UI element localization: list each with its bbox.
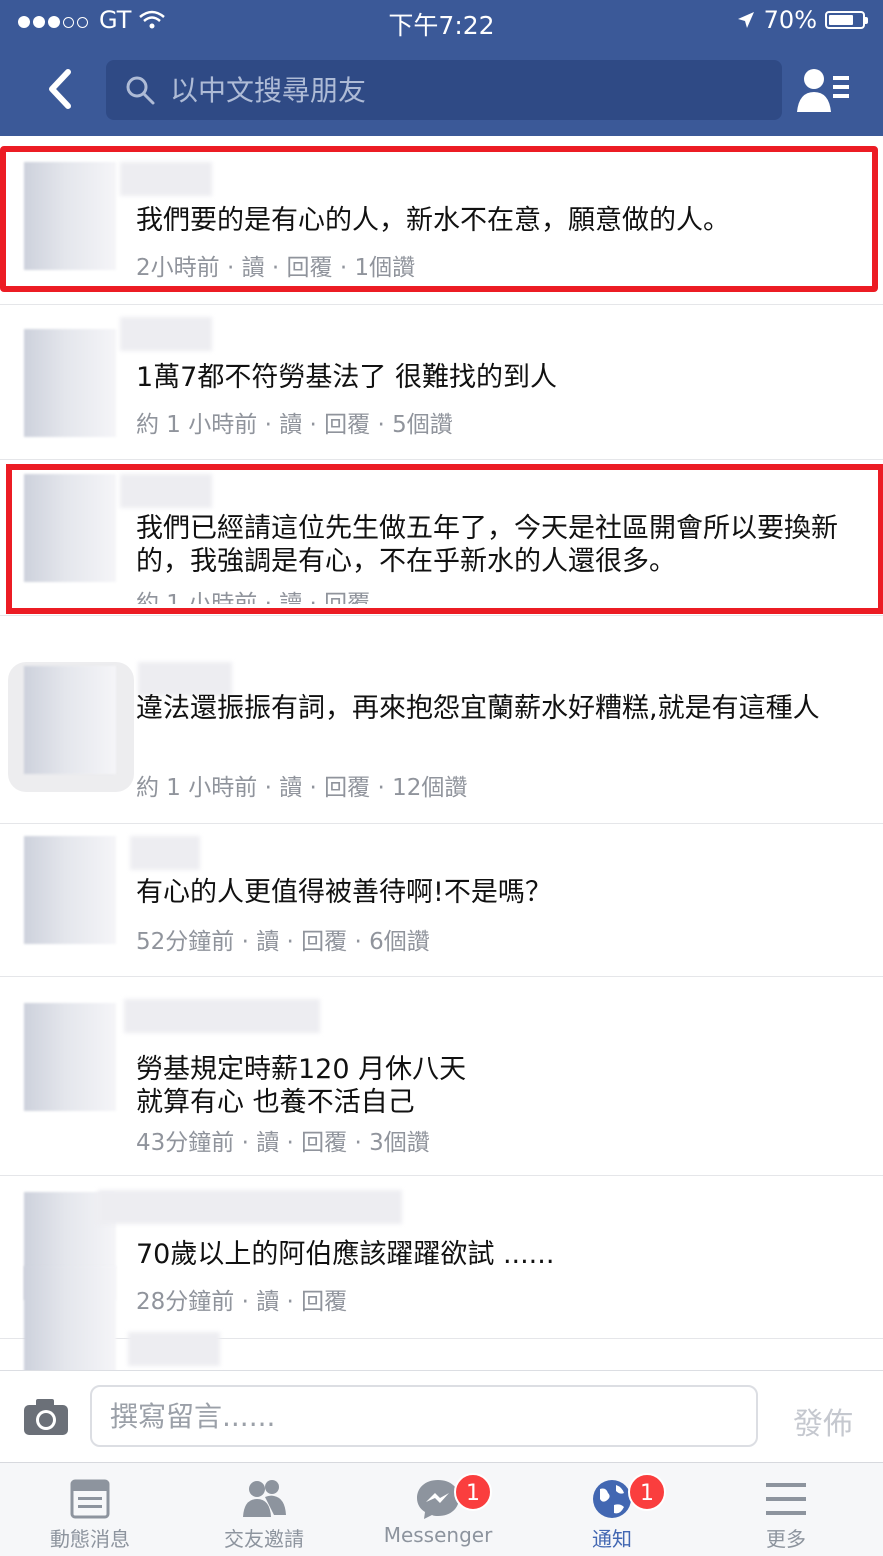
comment-composer: 發佈	[0, 1370, 883, 1463]
avatar[interactable]	[24, 666, 116, 774]
like-link[interactable]: 讀	[279, 412, 302, 438]
tab-bar: 動態消息 交友邀請 1 Messenger 1 通知 更多	[0, 1462, 883, 1556]
comment-item: 有心的人更值得被善待啊!不是嗎？ 52分鐘前 · 讀 · 回覆 · 6個讚	[0, 824, 883, 976]
comment-time: 約 1 小時前	[136, 412, 258, 438]
menu-icon	[766, 1483, 806, 1515]
commenter-name-blurred[interactable]	[128, 1332, 220, 1366]
comment-meta: 52分鐘前 · 讀 · 回覆 · 6個讚	[136, 929, 430, 955]
comment-time: 43分鐘前	[136, 1130, 235, 1156]
battery-icon	[825, 11, 868, 29]
status-bar: GT 下午7:22 70%	[0, 0, 883, 44]
search-bar[interactable]	[106, 60, 782, 120]
like-count[interactable]: 3個讚	[369, 1130, 430, 1156]
comment-text: 我們已經請這位先生做五年了，今天是社區開會所以要換新的，我強調是有心，不在乎新水…	[136, 513, 838, 577]
avatar[interactable]	[24, 329, 116, 437]
comment-meta: 43分鐘前 · 讀 · 回覆 · 3個讚	[136, 1130, 430, 1156]
avatar[interactable]	[24, 1003, 116, 1111]
comment-time: 約 1 小時前	[136, 591, 258, 604]
like-link[interactable]: 讀	[256, 929, 279, 955]
like-count[interactable]: 12個讚	[392, 775, 467, 801]
tab-more[interactable]: 更多	[698, 1463, 874, 1556]
like-link[interactable]: 讀	[242, 255, 265, 281]
tab-messenger[interactable]: 1 Messenger	[350, 1463, 526, 1556]
comment-time: 約 1 小時前	[136, 775, 258, 801]
comment-item: 70歲以上的阿伯應該躍躍欲試 ...... 28分鐘前 · 讀 · 回覆	[0, 1176, 883, 1336]
battery-percent: 70%	[763, 6, 817, 34]
commenter-name-blurred[interactable]	[98, 1190, 402, 1224]
tab-notifications[interactable]: 1 通知	[524, 1463, 700, 1556]
reply-link[interactable]: 回覆	[324, 775, 370, 801]
search-input[interactable]	[168, 72, 732, 108]
comment-text: 勞基規定時薪120 月休八天 就算有心 也養不活自己	[136, 1054, 467, 1118]
news-feed-icon	[70, 1479, 110, 1519]
avatar[interactable]	[24, 474, 116, 582]
comment-text: 70歲以上的阿伯應該躍躍欲試 ......	[136, 1239, 555, 1270]
commenter-name-blurred[interactable]	[124, 999, 320, 1033]
avatar[interactable]	[24, 836, 116, 944]
tab-news-feed[interactable]: 動態消息	[2, 1463, 178, 1556]
tab-label: 交友邀請	[224, 1527, 304, 1551]
comment-text: 有心的人更值得被善待啊!不是嗎？	[136, 877, 552, 908]
comment-item: 違法還振振有詞，再來抱怨宜蘭薪水好糟糕,就是有這種人 約 1 小時前 · 讀 ·…	[0, 616, 883, 821]
tab-label: 動態消息	[50, 1527, 130, 1551]
comment-text: 違法還振振有詞，再來抱怨宜蘭薪水好糟糕,就是有這種人	[136, 693, 820, 724]
comment-item: 勞基規定時薪120 月休八天 就算有心 也養不活自己 43分鐘前 · 讀 · 回…	[0, 977, 883, 1173]
comment-item: 我們已經請這位先生做五年了，今天是社區開會所以要換新的，我強調是有心，不在乎新水…	[0, 460, 883, 615]
reply-link[interactable]: 回覆	[301, 929, 347, 955]
back-arrow-icon[interactable]	[36, 64, 86, 114]
comment-input[interactable]	[108, 1399, 732, 1434]
comment-text: 我們要的是有心的人，新水不在意，願意做的人。	[136, 205, 730, 236]
commenter-name-blurred[interactable]	[138, 662, 232, 696]
like-count[interactable]: 1個讚	[354, 255, 415, 281]
comment-item: 我們要的是有心的人，新水不在意，願意做的人。 2小時前 · 讀 · 回覆 · 1…	[0, 136, 883, 304]
like-link[interactable]: 讀	[256, 1289, 279, 1315]
avatar[interactable]	[24, 1266, 116, 1370]
comment-time: 2小時前	[136, 255, 220, 281]
comment-item: 1萬7都不符勞基法了 很難找的到人 約 1 小時前 · 讀 · 回覆 · 5個讚	[0, 305, 883, 459]
tab-label: 通知	[592, 1527, 632, 1551]
like-count[interactable]: 6個讚	[369, 929, 430, 955]
comment-time: 52分鐘前	[136, 929, 235, 955]
friend-requests-icon	[243, 1480, 286, 1517]
messenger-badge: 1	[454, 1473, 492, 1511]
comment-meta: 2小時前 · 讀 · 回覆 · 1個讚	[136, 255, 416, 281]
camera-icon[interactable]	[22, 1397, 70, 1437]
tab-friend-requests[interactable]: 交友邀請	[176, 1463, 352, 1556]
comment-list: 我們要的是有心的人，新水不在意，願意做的人。 2小時前 · 讀 · 回覆 · 1…	[0, 136, 883, 1370]
comment-text: 1萬7都不符勞基法了 很難找的到人	[136, 362, 557, 393]
like-link[interactable]: 讀	[256, 1130, 279, 1156]
reply-link[interactable]: 回覆	[287, 255, 333, 281]
search-icon	[126, 76, 155, 105]
reply-link[interactable]: 回覆	[301, 1130, 347, 1156]
notifications-badge: 1	[628, 1473, 666, 1511]
reply-link[interactable]: 回覆	[324, 591, 370, 604]
comment-meta: 約 1 小時前 · 讀 · 回覆	[136, 584, 370, 604]
commenter-name-blurred[interactable]	[120, 162, 212, 196]
tab-label: 更多	[766, 1527, 806, 1551]
nav-bar	[0, 44, 883, 136]
comment-field[interactable]	[90, 1385, 758, 1447]
location-arrow-icon	[737, 12, 754, 28]
comment-meta: 28分鐘前 · 讀 · 回覆	[136, 1289, 348, 1315]
avatar[interactable]	[24, 162, 116, 270]
like-count[interactable]: 5個讚	[392, 412, 453, 438]
tab-label: Messenger	[383, 1523, 493, 1547]
comment-meta: 約 1 小時前 · 讀 · 回覆 · 12個讚	[136, 775, 468, 801]
post-button[interactable]: 發佈	[793, 1399, 853, 1443]
friend-list-icon[interactable]	[797, 66, 849, 114]
reply-link[interactable]: 回覆	[324, 412, 370, 438]
comment-time: 28分鐘前	[136, 1289, 235, 1315]
like-link[interactable]: 讀	[279, 591, 302, 604]
reply-link[interactable]: 回覆	[301, 1289, 347, 1315]
comment-meta: 約 1 小時前 · 讀 · 回覆 · 5個讚	[136, 412, 453, 438]
commenter-name-blurred[interactable]	[130, 836, 200, 870]
battery-info: 70%	[736, 6, 868, 34]
commenter-name-blurred[interactable]	[120, 317, 212, 351]
like-link[interactable]: 讀	[279, 775, 302, 801]
commenter-name-blurred[interactable]	[120, 474, 212, 508]
